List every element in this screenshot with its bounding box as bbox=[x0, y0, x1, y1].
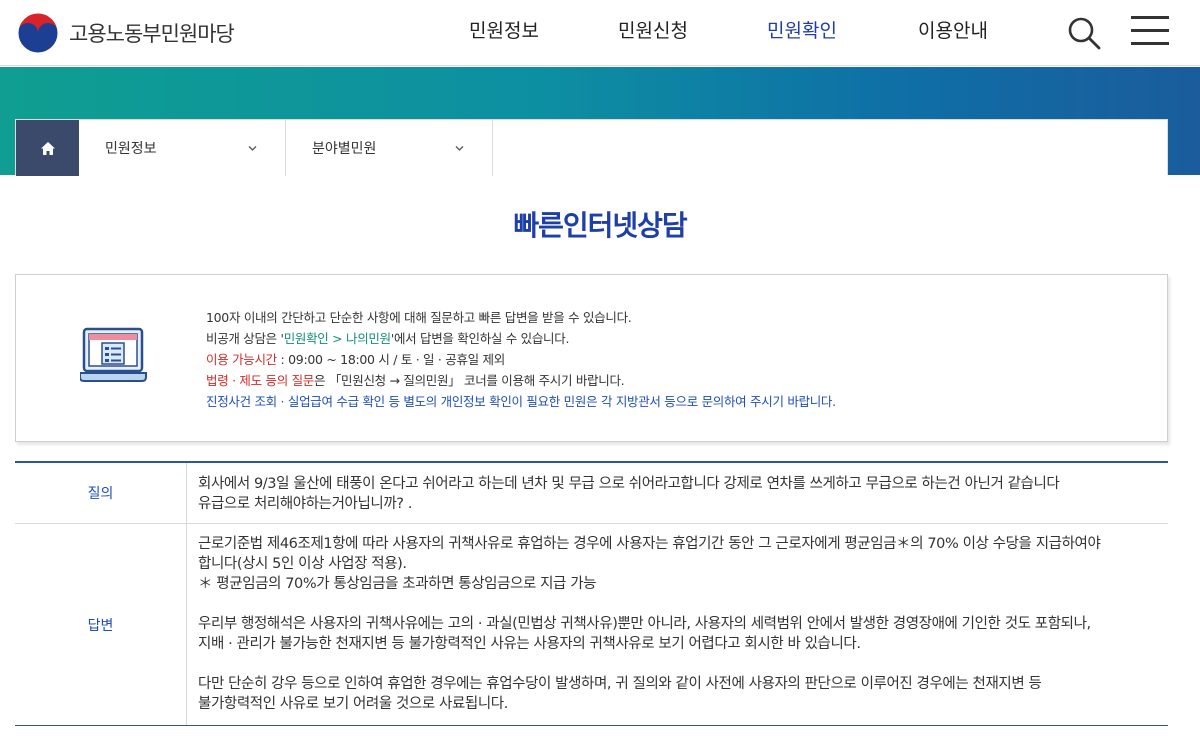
page-title: 빠른인터넷상담 bbox=[513, 209, 687, 242]
answer-line: 다만 단순히 강우 등으로 인하여 휴업한 경우에는 휴업수당이 발생하며, 귀… bbox=[198, 676, 1042, 692]
nav-item-info[interactable]: 민원정보 bbox=[469, 16, 539, 43]
answer-line: ＊ 평균임금의 70%가 통상임금을 초과하면 통상임금으로 지급 가능 bbox=[198, 576, 597, 592]
breadcrumb-dropdown-info[interactable]: 민원정보 bbox=[79, 120, 286, 176]
chevron-down-icon bbox=[248, 146, 257, 151]
breadcrumb-label: 분야별민원 bbox=[312, 141, 377, 157]
breadcrumb-home-button[interactable] bbox=[16, 120, 79, 176]
answer-line: 우리부 행정해석은 사용자의 귀책사유에는 고의 · 과실(민법상 귀책사유)뿐… bbox=[198, 616, 1091, 632]
question-line: 유급으로 처리해야하는거아닙니까? . bbox=[198, 496, 413, 512]
info-text-segment: '에서 답변을 확인하실 수 있습니다. bbox=[390, 331, 570, 346]
info-line-intro: 100자 이내의 간단하고 단순한 사항에 대해 질문하고 빠른 답변을 받을 … bbox=[206, 310, 632, 325]
nav-item-check[interactable]: 민원확인 bbox=[767, 16, 837, 43]
hamburger-menu-bar bbox=[1131, 42, 1169, 45]
qa-table: 질의 회사에서 9/3일 울산에 태풍이 온다고 쉬어라고 하는데 년차 및 무… bbox=[15, 461, 1168, 726]
info-text: 100자 이내의 간단하고 단순한 사항에 대해 질문하고 빠른 답변을 받을 … bbox=[206, 307, 836, 412]
breadcrumb: 민원정보 분야별민원 bbox=[15, 119, 1168, 176]
question-row: 질의 회사에서 9/3일 울산에 태풍이 온다고 쉬어라고 하는데 년차 및 무… bbox=[15, 463, 1168, 523]
search-button[interactable] bbox=[1066, 15, 1102, 51]
answer-line: 지배 · 관리가 불가능한 천재지변 등 불가항력적인 사유는 사용자의 귀책사… bbox=[198, 636, 861, 652]
info-text-segment: 비공개 상담은 ' bbox=[206, 331, 284, 346]
question-label: 질의 bbox=[15, 463, 187, 523]
answer-label: 답변 bbox=[15, 524, 187, 725]
nav-item-apply[interactable]: 민원신청 bbox=[618, 16, 688, 43]
answer-line: 근로기준법 제46조제1항에 따라 사용자의 귀책사유로 휴업하는 경우에 사용… bbox=[198, 536, 1101, 552]
info-text-segment: 은 「민원신청 → 질의민원」 코너를 이용해 주시기 바랍니다. bbox=[313, 373, 625, 388]
answer-line: 불가항력적인 사유로 보기 어려울 것으로 사료됩니다. bbox=[198, 696, 508, 712]
info-line-law: 법령 · 제도 등의 질문은 「민원신청 → 질의민원」 코너를 이용해 주시기… bbox=[206, 370, 836, 391]
info-line-hours: 이용 가능시간 : 09:00 ~ 18:00 시 / 토 · 일 · 공휴일 … bbox=[206, 349, 836, 370]
my-civil-link[interactable]: 민원확인 > 나의민원 bbox=[284, 331, 391, 346]
laptop-form-icon bbox=[80, 327, 147, 382]
breadcrumb-label: 민원정보 bbox=[105, 141, 157, 157]
nav-item-guide[interactable]: 이용안내 bbox=[918, 16, 988, 43]
question-text: 회사에서 9/3일 울산에 태풍이 온다고 쉬어라고 하는데 년차 및 무급 으… bbox=[187, 463, 1168, 523]
info-line-private: 비공개 상담은 '민원확인 > 나의민원'에서 답변을 확인하실 수 있습니다. bbox=[206, 328, 836, 349]
chevron-down-icon bbox=[455, 146, 464, 151]
answer-row: 답변 근로기준법 제46조제1항에 따라 사용자의 귀책사유로 휴업하는 경우에… bbox=[15, 523, 1168, 725]
info-notice-box: 100자 이내의 간단하고 단순한 사항에 대해 질문하고 빠른 답변을 받을 … bbox=[15, 274, 1168, 442]
answer-text: 근로기준법 제46조제1항에 따라 사용자의 귀책사유로 휴업하는 경우에 사용… bbox=[187, 524, 1168, 725]
breadcrumb-dropdown-category[interactable]: 분야별민원 bbox=[286, 120, 493, 176]
search-icon bbox=[1068, 17, 1101, 50]
hamburger-menu-bar bbox=[1131, 29, 1169, 32]
hamburger-menu-button[interactable] bbox=[1131, 14, 1169, 46]
question-line: 회사에서 9/3일 울산에 태풍이 온다고 쉬어라고 하는데 년차 및 무급 으… bbox=[198, 476, 1060, 492]
law-highlight: 법령 · 제도 등의 질문 bbox=[206, 373, 314, 388]
hours-highlight: 이용 가능시간 bbox=[206, 352, 277, 367]
hamburger-menu-icon bbox=[1131, 16, 1169, 19]
info-line-private-data: 진정사건 조회 · 실업급여 수급 확인 등 별도의 개인정보 확인이 필요한 … bbox=[206, 394, 836, 409]
answer-line: 합니다(상시 5인 이상 사업장 적용). bbox=[198, 556, 407, 572]
site-header: 고용노동부민원마당 민원정보 민원신청 민원확인 이용안내 bbox=[0, 0, 1200, 66]
main-nav: 민원정보 민원신청 민원확인 이용안내 bbox=[0, 16, 1200, 46]
info-text-segment: : 09:00 ~ 18:00 시 / 토 · 일 · 공휴일 제외 bbox=[276, 352, 506, 367]
home-icon bbox=[40, 141, 55, 155]
